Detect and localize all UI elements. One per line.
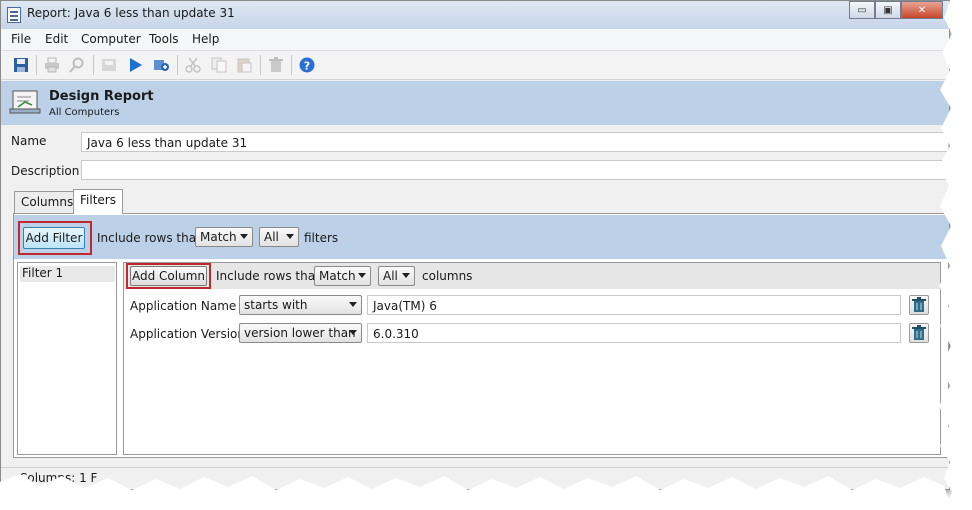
design-report-icon xyxy=(9,87,41,115)
chevron-down-icon xyxy=(349,302,357,307)
save-as-icon[interactable] xyxy=(100,56,118,74)
close-button[interactable]: ✕ xyxy=(901,1,943,19)
menu-file[interactable]: File xyxy=(11,32,31,46)
menu-computer[interactable]: Computer xyxy=(81,32,141,46)
help-icon[interactable]: ? xyxy=(298,56,316,74)
filter-match-value: Match xyxy=(200,230,237,244)
report-window: Report: Java 6 less than update 31 ▭ ▣ ✕… xyxy=(0,0,950,490)
chevron-down-icon xyxy=(349,330,357,335)
toolbar-separator xyxy=(93,55,94,75)
close-icon: ✕ xyxy=(917,4,927,16)
condition-field-label: Application Version xyxy=(130,327,245,341)
name-field[interactable]: Java 6 less than update 31 xyxy=(81,132,949,152)
status-text: Columns: 1 F xyxy=(19,471,98,485)
include-rows-columns-label: Include rows that xyxy=(216,269,320,283)
filter-match-select[interactable]: Match xyxy=(195,227,253,247)
chevron-down-icon xyxy=(402,273,410,278)
chevron-down-icon xyxy=(286,234,294,239)
page-subtitle: All Computers xyxy=(49,107,120,118)
toolbar-separator xyxy=(291,55,292,75)
maximize-icon: ▣ xyxy=(883,4,893,16)
cut-icon[interactable] xyxy=(184,56,202,74)
column-all-select[interactable]: All xyxy=(378,266,415,286)
menu-bar: File Edit Computer Tools Help xyxy=(1,29,949,51)
filter-detail-panel xyxy=(123,262,941,455)
name-label: Name xyxy=(11,134,47,148)
page-title: Design Report xyxy=(49,89,154,104)
export-icon[interactable] xyxy=(152,56,170,74)
menu-help[interactable]: Help xyxy=(192,32,219,46)
delete-icon[interactable] xyxy=(267,56,285,74)
condition-operator-select[interactable]: version lower than xyxy=(239,323,362,343)
tab-filters-label: Filters xyxy=(80,193,116,207)
filters-suffix-label: filters xyxy=(304,231,339,245)
condition-field-label: Application Name xyxy=(130,299,237,313)
tab-columns-label: Columns xyxy=(21,195,74,209)
toolbar-separator xyxy=(177,55,178,75)
column-match-select[interactable]: Match xyxy=(314,266,371,286)
toolbar-separator xyxy=(36,55,37,75)
title-bar: Report: Java 6 less than update 31 ▭ ▣ ✕ xyxy=(1,1,949,29)
minimize-button[interactable]: ▭ xyxy=(849,1,875,19)
chevron-down-icon xyxy=(358,273,366,278)
window-controls: ▭ ▣ ✕ xyxy=(849,1,943,20)
design-report-header: Design Report All Computers xyxy=(1,81,949,125)
trash-icon xyxy=(912,325,926,340)
condition-operator-value: starts with xyxy=(244,298,308,312)
column-all-value: All xyxy=(383,269,398,283)
window-title: Report: Java 6 less than update 31 xyxy=(27,6,235,20)
remove-condition-button[interactable] xyxy=(909,295,929,315)
status-bar: Columns: 1 F xyxy=(1,467,949,489)
report-icon xyxy=(7,7,21,23)
add-column-button[interactable]: Add Column xyxy=(130,266,207,286)
svg-text:?: ? xyxy=(304,60,310,73)
toolbar-separator xyxy=(260,55,261,75)
minimize-icon: ▭ xyxy=(857,4,867,16)
print-preview-icon[interactable] xyxy=(68,56,86,74)
menu-edit[interactable]: Edit xyxy=(45,32,68,46)
condition-operator-value: version lower than xyxy=(244,326,356,340)
columns-suffix-label: columns xyxy=(422,269,473,283)
print-icon[interactable] xyxy=(43,56,61,74)
tab-filters[interactable]: Filters xyxy=(73,189,123,214)
chevron-down-icon xyxy=(240,234,248,239)
copy-icon[interactable] xyxy=(210,56,228,74)
maximize-button[interactable]: ▣ xyxy=(875,1,901,19)
include-rows-label: Include rows that xyxy=(97,231,201,245)
trash-icon xyxy=(912,297,926,312)
condition-value-field[interactable]: 6.0.310 xyxy=(367,323,901,343)
filter-all-select[interactable]: All xyxy=(259,227,299,247)
menu-tools[interactable]: Tools xyxy=(149,32,179,46)
list-item[interactable]: Filter 1 xyxy=(20,266,115,282)
save-icon[interactable] xyxy=(12,56,30,74)
tab-columns[interactable]: Columns xyxy=(14,191,81,213)
remove-condition-button[interactable] xyxy=(909,323,929,343)
toolbar: ? xyxy=(1,51,949,80)
condition-value-field[interactable]: Java(TM) 6 xyxy=(367,295,901,315)
description-label: Description xyxy=(11,164,80,178)
filter-all-value: All xyxy=(264,230,279,244)
description-field[interactable] xyxy=(81,160,949,180)
column-match-value: Match xyxy=(319,269,356,283)
condition-operator-select[interactable]: starts with xyxy=(239,295,362,315)
add-filter-button[interactable]: Add Filter xyxy=(23,227,85,249)
run-icon[interactable] xyxy=(126,56,144,74)
filter-list: Filter 1 xyxy=(17,262,117,455)
paste-icon[interactable] xyxy=(235,56,253,74)
